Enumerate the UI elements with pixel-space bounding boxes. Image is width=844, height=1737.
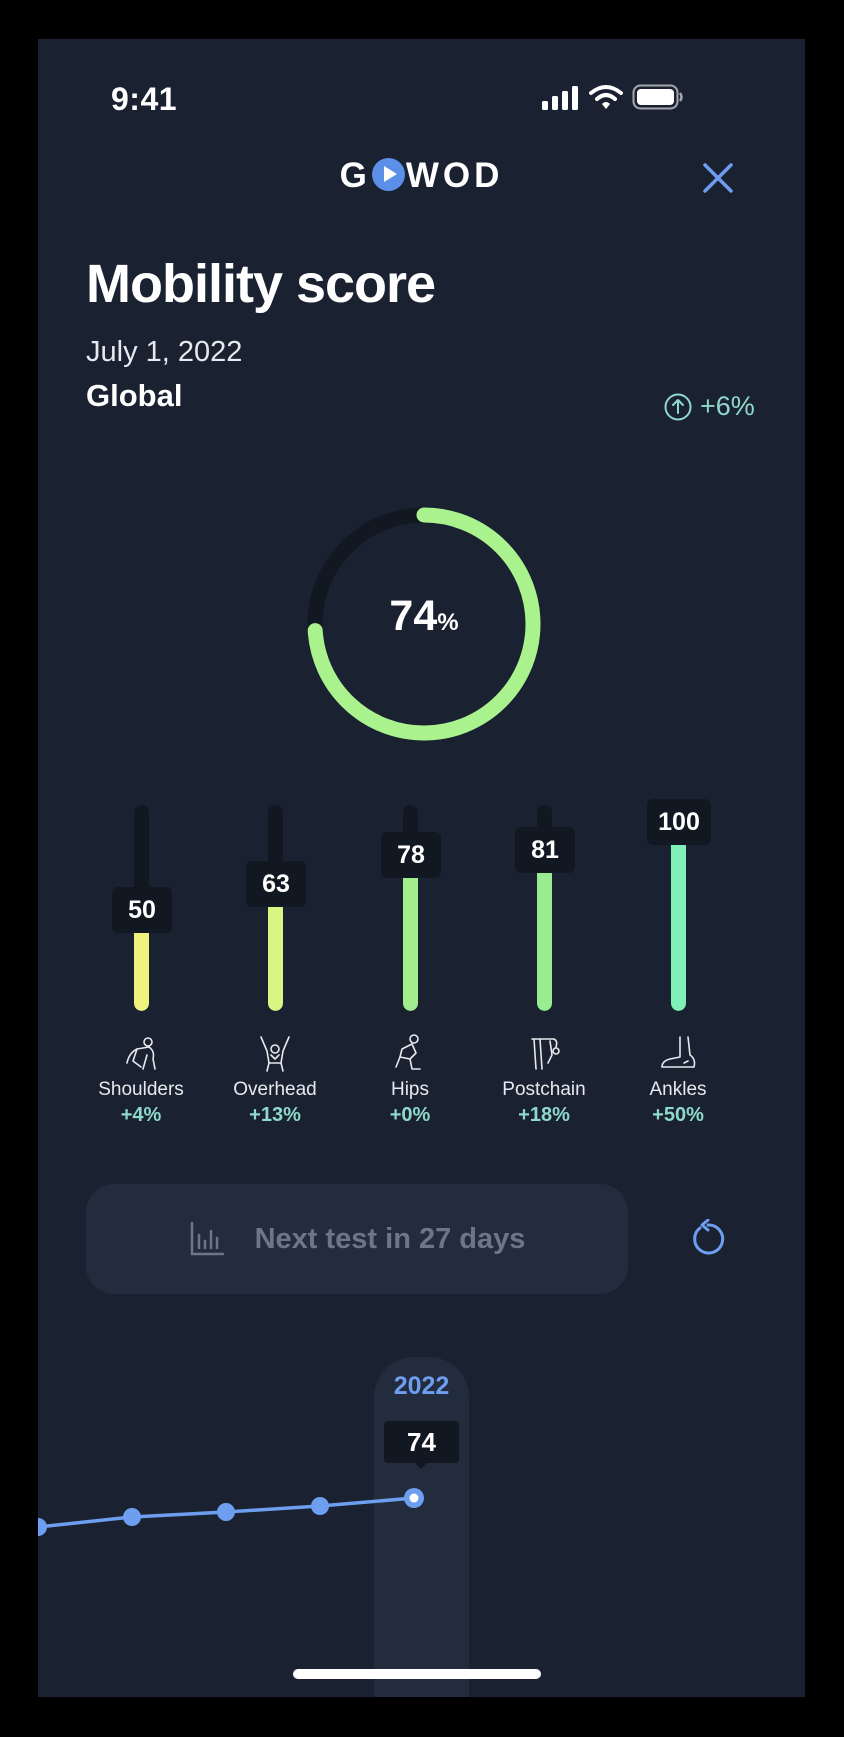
category-label: Postchain [502,1079,586,1100]
foot-icon [661,1036,696,1068]
next-test-button[interactable]: Next test in 27 days [86,1184,628,1294]
wifi-icon [589,85,623,109]
forward-fold-icon [531,1038,560,1070]
selected-value-tooltip: 74 [384,1421,459,1463]
category-delta: +13% [249,1104,301,1126]
battery-icon [632,84,683,110]
app-logo: G WOD [38,156,805,196]
category-score-badge: 63 [246,861,306,907]
category-label: Overhead [233,1079,317,1100]
test-date: July 1, 2022 [86,336,243,368]
category-delta: +4% [120,1104,162,1126]
score-value: 74% [302,592,546,641]
shoulders-stretch-icon [126,1037,156,1070]
logo-text-suffix: WOD [405,156,504,195]
score-unit: % [437,609,459,636]
home-indicator[interactable] [293,1669,541,1679]
cellular-signal-icon [542,86,578,110]
history-point[interactable] [311,1497,329,1515]
bar-chart-icon [190,1221,224,1256]
status-time: 9:41 [111,81,178,117]
category-score-badge: 50 [112,887,172,933]
history-point[interactable] [217,1503,235,1521]
category-label: Ankles [649,1079,707,1100]
hips-squat-icon [395,1034,421,1070]
history-point[interactable] [38,1518,47,1536]
category-score-badge: 78 [381,832,441,878]
retake-test-icon[interactable] [688,1219,728,1259]
category-delta: +50% [652,1104,704,1126]
category-delta: +0% [389,1104,431,1126]
category-score-badge: 81 [515,827,575,873]
category-bar-track [268,805,283,1011]
logo-text-prefix: G [339,156,371,195]
overhead-reach-icon [260,1036,290,1072]
global-delta-value: +6% [700,391,755,421]
history-point[interactable] [123,1508,141,1526]
close-icon[interactable] [700,160,736,196]
next-test-label: Next test in 27 days [254,1222,526,1255]
arrow-up-circle-icon [664,393,692,420]
app-screen: 9:41 G WOD Mobility score July 1, 2022 Gl… [38,39,805,1697]
history-point-selected-center [409,1493,419,1503]
category-label: Shoulders [98,1079,184,1100]
score-scope: Global [86,378,183,413]
category-delta: +18% [518,1104,570,1126]
logo-play-icon [371,158,405,191]
tooltip-arrow [415,1463,427,1469]
category-label: Hips [390,1079,429,1100]
global-delta: +6% [664,391,755,422]
category-score-badge: 100 [647,799,711,845]
selected-year-label: 2022 [393,1372,450,1400]
page-title: Mobility score [86,254,436,314]
score-number: 74 [389,592,438,640]
history-line-chart [38,1488,424,1536]
